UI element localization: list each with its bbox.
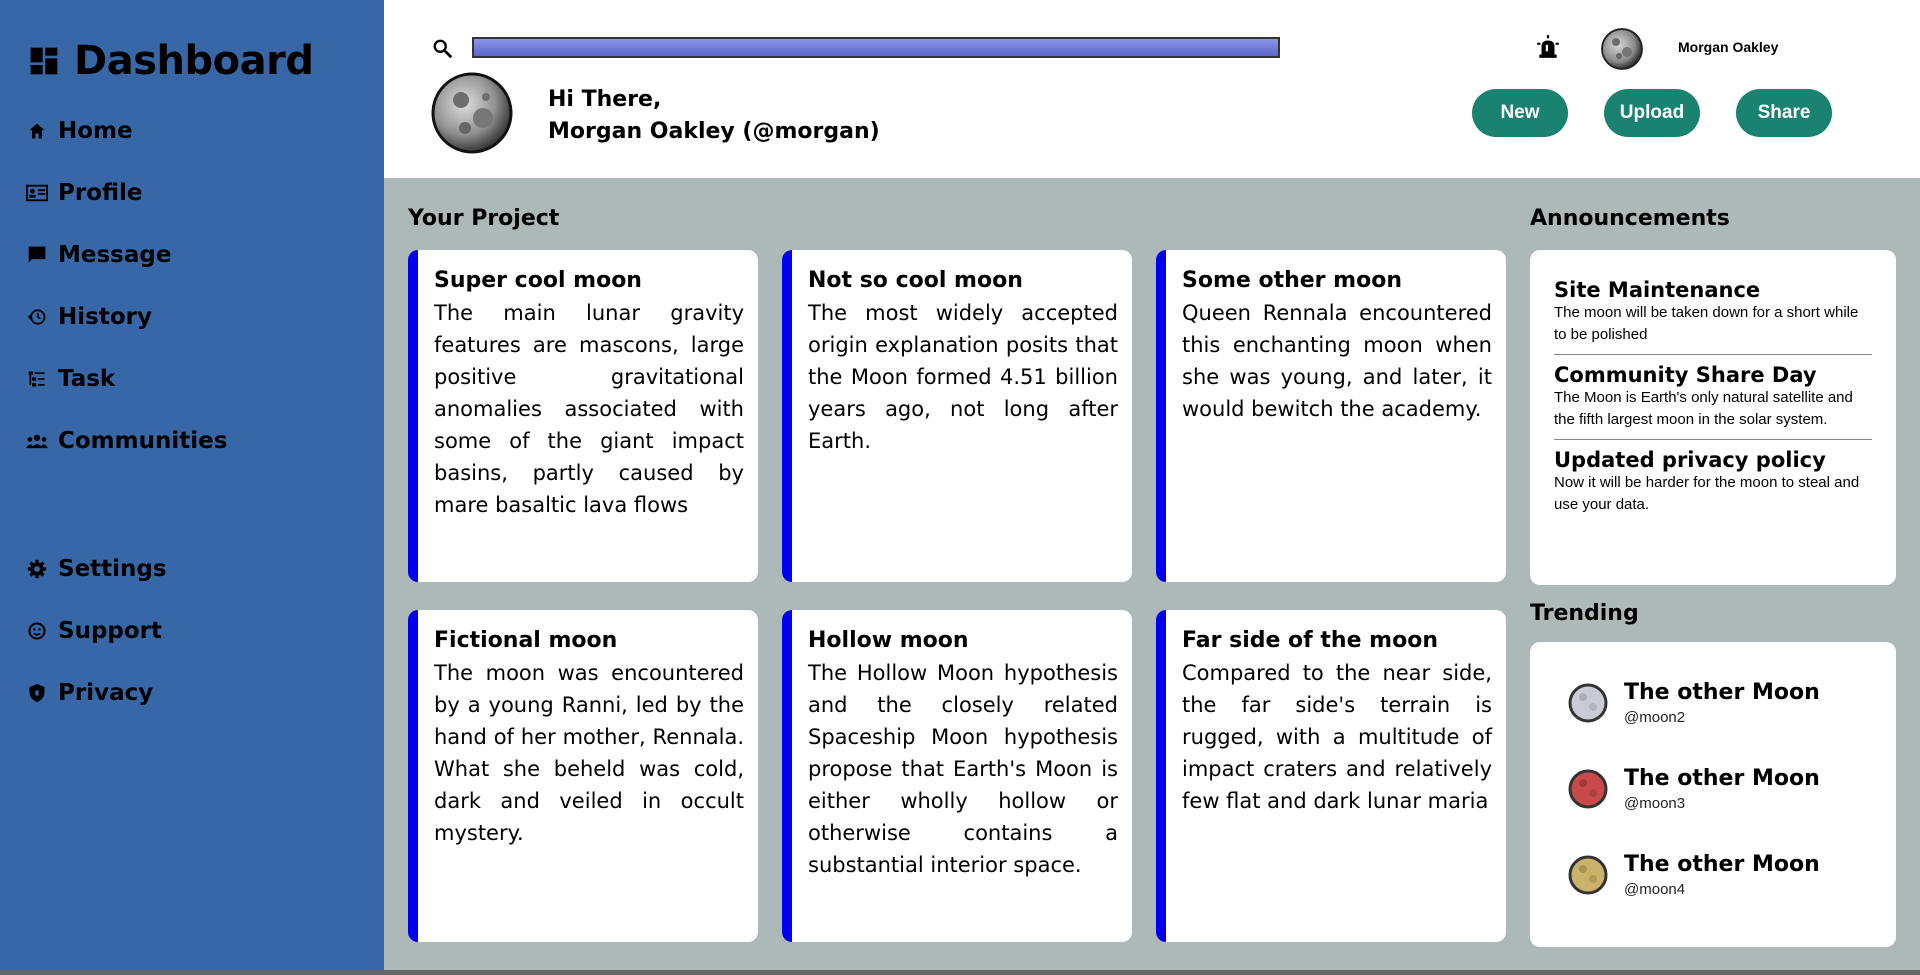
home-icon	[26, 120, 48, 142]
sidebar-item-history[interactable]: History	[26, 304, 152, 330]
divider	[1554, 354, 1872, 355]
project-card[interactable]: Far side of the moon Compared to the nea…	[1156, 610, 1506, 942]
trending-panel: The other Moon @moon2 The other Moon @mo…	[1530, 642, 1896, 947]
avatar	[1568, 683, 1608, 723]
sidebar-item-label: Task	[58, 366, 116, 392]
project-card-body: Compared to the near side, the far side'…	[1182, 661, 1492, 813]
trending-handle: @moon3	[1624, 795, 1686, 812]
task-icon	[26, 368, 48, 390]
header-user-name: Morgan Oakley	[1678, 39, 1779, 55]
project-card-body: Queen Rennala encountered this enchantin…	[1182, 301, 1492, 421]
announcement-body: The Moon is Earth's only natural satelli…	[1554, 389, 1853, 428]
search-input[interactable]	[472, 37, 1280, 58]
trending-handle: @moon2	[1624, 709, 1686, 726]
sidebar-item-label: Privacy	[58, 680, 154, 706]
brand[interactable]: Dashboard	[28, 38, 314, 84]
announcement-body: The moon will be taken down for a short …	[1554, 304, 1859, 343]
window-bottom-edge	[0, 970, 1920, 975]
project-card[interactable]: Super cool moon The main lunar gravity f…	[408, 250, 758, 582]
dashboard-icon	[30, 47, 58, 75]
sidebar-item-home[interactable]: Home	[26, 118, 133, 144]
sidebar-item-label: Support	[58, 618, 163, 644]
project-card-body: The main lunar gravity features are masc…	[434, 301, 744, 517]
announcement-item[interactable]: Community Share Day The Moon is Earth's …	[1530, 363, 1896, 431]
avatar[interactable]	[1601, 28, 1643, 70]
project-card-title: Fictional moon	[434, 628, 618, 653]
trending-title: Trending	[1530, 601, 1639, 626]
announcement-title: Site Maintenance	[1554, 278, 1761, 302]
sidebar-item-message[interactable]: Message	[26, 242, 171, 268]
profile-avatar	[431, 72, 513, 154]
new-button[interactable]: New	[1472, 89, 1568, 137]
people-icon	[26, 430, 48, 452]
announcement-item[interactable]: Updated privacy policy Now it will be ha…	[1530, 448, 1896, 516]
announcement-title: Updated privacy policy	[1554, 448, 1826, 472]
project-card[interactable]: Fictional moon The moon was encountered …	[408, 610, 758, 942]
project-card-body: The Hollow Moon hypothesis and the close…	[808, 661, 1118, 877]
sidebar-item-support[interactable]: Support	[26, 618, 162, 644]
projects-title: Your Project	[408, 206, 560, 231]
history-icon	[26, 306, 48, 328]
project-card-title: Super cool moon	[434, 268, 642, 293]
divider	[1554, 439, 1872, 440]
notification-bell-icon[interactable]	[1535, 34, 1561, 60]
project-card[interactable]: Some other moon Queen Rennala encountere…	[1156, 250, 1506, 582]
announcements-panel: Site Maintenance The moon will be taken …	[1530, 250, 1896, 585]
trending-item[interactable]: The other Moon @moon4	[1568, 852, 1820, 898]
sidebar-item-label: Settings	[58, 556, 167, 582]
sidebar-item-settings[interactable]: Settings	[26, 556, 167, 582]
trending-handle: @moon4	[1624, 881, 1686, 898]
trending-item[interactable]: The other Moon @moon2	[1568, 680, 1820, 726]
avatar	[1568, 855, 1608, 895]
avatar	[1568, 769, 1608, 809]
project-card[interactable]: Hollow moon The Hollow Moon hypothesis a…	[782, 610, 1132, 942]
share-button[interactable]: Share	[1736, 89, 1832, 137]
gear-icon	[26, 558, 48, 580]
project-card-title: Far side of the moon	[1182, 628, 1438, 653]
sidebar-item-label: Home	[58, 118, 133, 144]
support-icon	[26, 620, 48, 642]
announcement-item[interactable]: Site Maintenance The moon will be taken …	[1530, 278, 1896, 346]
greeting-line-1: Hi There,	[548, 87, 662, 112]
announcements-title: Announcements	[1530, 206, 1730, 231]
sidebar-item-privacy[interactable]: Privacy	[26, 680, 153, 706]
shield-icon	[26, 682, 48, 704]
brand-title: Dashboard	[74, 38, 314, 84]
project-card-title: Some other moon	[1182, 268, 1402, 293]
sidebar-item-label: Message	[58, 242, 172, 268]
upload-button[interactable]: Upload	[1604, 89, 1700, 137]
id-card-icon	[26, 182, 48, 204]
trending-name: The other Moon	[1624, 852, 1820, 877]
sidebar-item-task[interactable]: Task	[26, 366, 115, 392]
sidebar: Dashboard Home Profile Message History T…	[0, 0, 384, 975]
trending-name: The other Moon	[1624, 680, 1820, 705]
trending-name: The other Moon	[1624, 766, 1820, 791]
sidebar-item-profile[interactable]: Profile	[26, 180, 143, 206]
greeting-line-2: Morgan Oakley (@morgan)	[548, 119, 880, 144]
message-icon	[26, 244, 48, 266]
trending-item[interactable]: The other Moon @moon3	[1568, 766, 1820, 812]
search-icon[interactable]	[432, 38, 454, 60]
announcement-title: Community Share Day	[1554, 363, 1817, 387]
sidebar-item-label: Communities	[58, 428, 228, 454]
announcement-body: Now it will be harder for the moon to st…	[1554, 474, 1860, 513]
sidebar-item-communities[interactable]: Communities	[26, 428, 227, 454]
project-card-title: Hollow moon	[808, 628, 969, 653]
greeting: Hi There, Morgan Oakley (@morgan)	[548, 84, 880, 148]
project-card-body: The most widely accepted origin explanat…	[808, 301, 1118, 453]
project-card[interactable]: Not so cool moon The most widely accepte…	[782, 250, 1132, 582]
sidebar-item-label: Profile	[58, 180, 143, 206]
project-card-body: The moon was encountered by a young Rann…	[434, 661, 744, 845]
sidebar-item-label: History	[58, 304, 152, 330]
project-card-title: Not so cool moon	[808, 268, 1023, 293]
